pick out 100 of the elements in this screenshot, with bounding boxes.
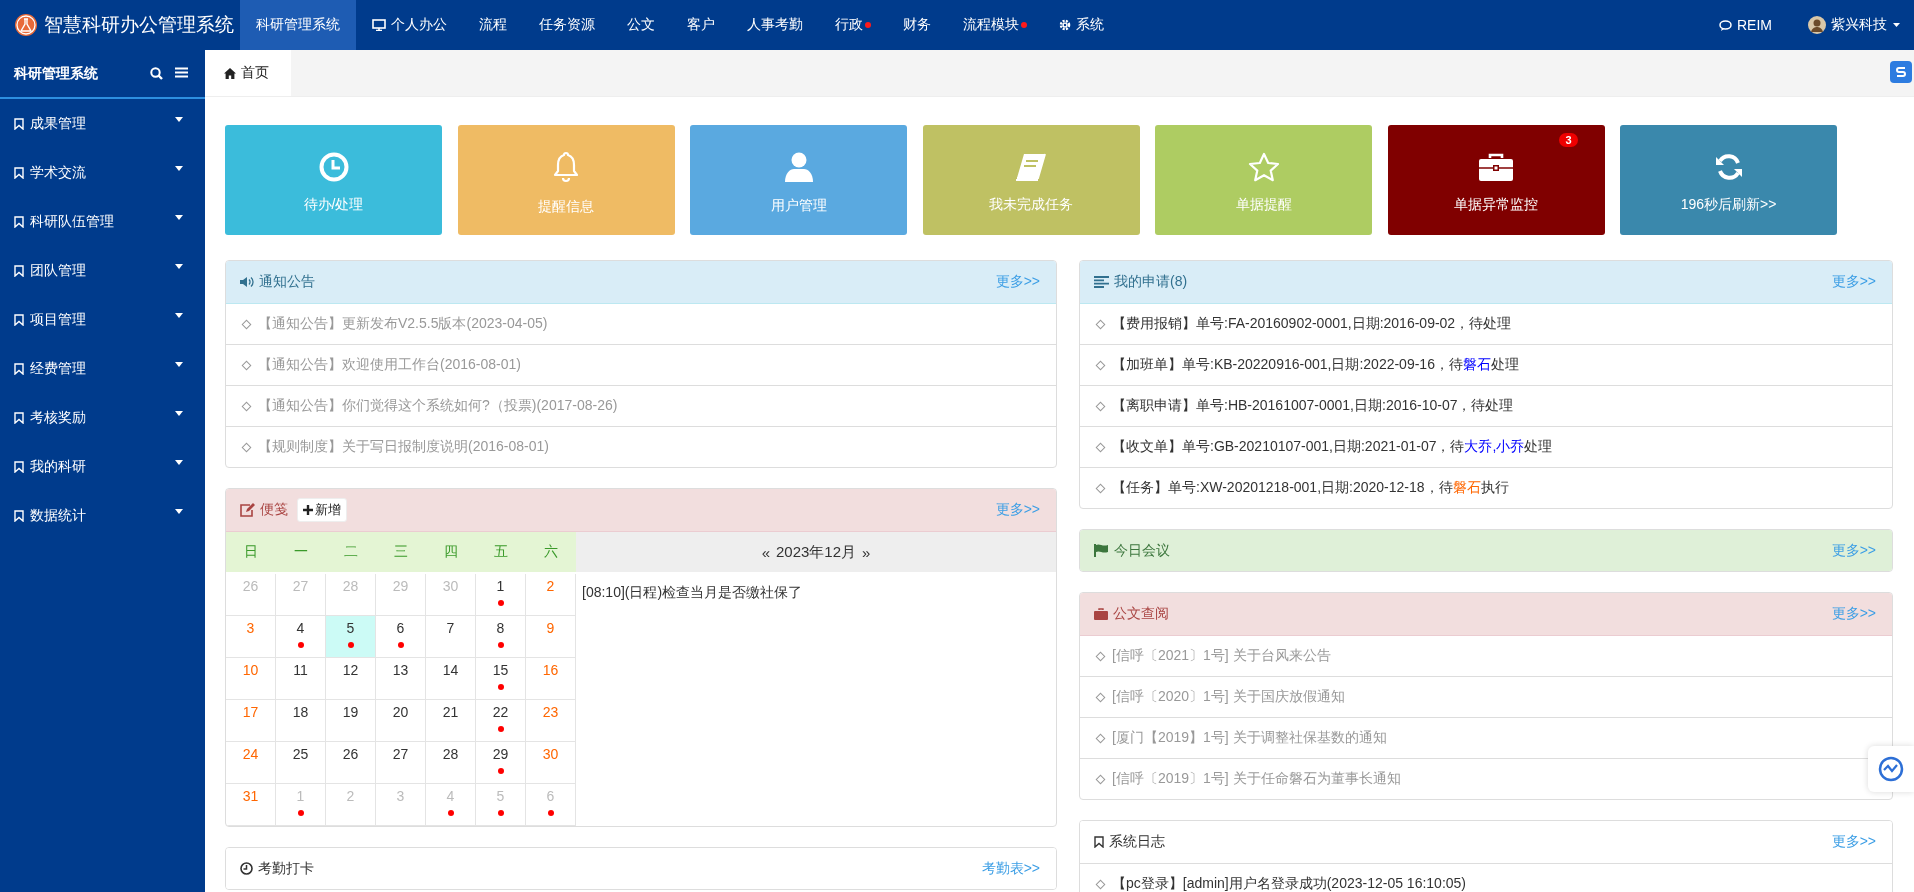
chat-link[interactable]: REIM [1719, 17, 1772, 33]
nav-tab[interactable]: 财务 [887, 0, 947, 50]
calendar-entry: [08:10](日程)检查当月是否缴社保了 [581, 583, 804, 602]
calendar-day[interactable]: 18 [276, 700, 326, 742]
bookmark-icon [14, 117, 24, 130]
flag-icon [1094, 544, 1109, 557]
floating-button[interactable] [1890, 61, 1912, 83]
swirl-icon [1894, 65, 1908, 79]
panel-title: 公文查阅 [1113, 605, 1169, 623]
dashboard-tile[interactable]: 196秒后刷新>> [1620, 125, 1837, 235]
nav-tab[interactable]: 行政 [819, 0, 887, 50]
weekday-label: 六 [526, 532, 576, 572]
calendar-day[interactable]: 8 [476, 616, 526, 658]
nav-tab[interactable]: 科研管理系统 [240, 0, 356, 50]
search-button[interactable] [148, 65, 165, 82]
sidebar-item[interactable]: 成果管理 [0, 99, 205, 148]
pulse-icon [1878, 756, 1904, 782]
nav-tab[interactable]: 任务资源 [523, 0, 611, 50]
clock-icon [240, 862, 253, 875]
list-item[interactable]: 【费用报销】单号:FA-20160902-0001,日期:2016-09-02，待处理 [1080, 304, 1892, 344]
clock-icon [318, 152, 349, 182]
gear-icon [1059, 19, 1071, 31]
user-menu[interactable]: 紫兴科技 [1808, 16, 1900, 34]
panel-title: 通知公告 [259, 273, 315, 291]
nav-tab[interactable]: 公文 [611, 0, 671, 50]
calendar-day[interactable]: 21 [426, 700, 476, 742]
caret-icon [1893, 23, 1900, 27]
bookmark-icon [14, 215, 24, 228]
bookmark-icon [14, 460, 24, 473]
count-badge: 3 [1559, 133, 1578, 147]
caret-icon [175, 117, 183, 122]
nav-tab[interactable]: 个人办公 [356, 0, 463, 50]
calendar-day[interactable]: 22 [476, 700, 526, 742]
sidebar-item[interactable]: 科研队伍管理 [0, 197, 205, 246]
list-item[interactable]: 【pc登录】[admin]用户名登录成功(2023-12-05 16:10:05) [1080, 864, 1892, 892]
previous-month-link[interactable]: « [761, 543, 770, 561]
sidebar-item[interactable]: 经费管理 [0, 344, 205, 393]
list-item[interactable]: 【加班单】单号:KB-20220916-001,日期:2022-09-16，待磐石处理 [1080, 344, 1892, 385]
calendar-day[interactable]: 29 [476, 742, 526, 784]
calendar-day[interactable]: 13 [376, 658, 426, 700]
bookmark-icon [1094, 836, 1104, 848]
calendar-day[interactable]: 11 [276, 658, 326, 700]
caret-icon [175, 362, 183, 367]
panel-title: 便笺 [260, 501, 288, 519]
calendar-day[interactable]: 26 [326, 742, 376, 784]
dashboard-tile[interactable]: 单据异常监控 3 [1387, 125, 1605, 235]
list-item[interactable]: 【收文单】单号:GB-20210107-001,日期:2021-01-07，待大乔,小乔处理 [1080, 426, 1892, 467]
bookmark-icon [14, 264, 24, 277]
panel-title: 系统日志 [1109, 833, 1165, 851]
caret-icon [175, 411, 183, 416]
avatar-icon [1808, 16, 1826, 34]
calendar-day[interactable]: 27 [376, 742, 426, 784]
nav-tab[interactable]: 流程 [463, 0, 523, 50]
calendar-day[interactable]: 28 [426, 742, 476, 784]
calendar-day[interactable]: 25 [276, 742, 326, 784]
calendar-day[interactable]: 6 [376, 616, 426, 658]
weekday-label: 三 [376, 532, 426, 572]
caret-icon [175, 264, 183, 269]
calendar-day[interactable]: 5 [326, 616, 376, 658]
user-icon [783, 151, 814, 183]
month-label: 2023年12月 [775, 542, 857, 562]
bookmark-icon [14, 313, 24, 326]
bookmark-icon [14, 166, 24, 179]
page-tab[interactable]: 首页 [205, 50, 291, 96]
calendar-day[interactable]: 12 [326, 658, 376, 700]
flask-icon [14, 13, 38, 37]
calendar-day[interactable]: 19 [326, 700, 376, 742]
calendar-day[interactable]: 20 [376, 700, 426, 742]
bookmark-icon [14, 362, 24, 375]
calendar-day[interactable]: 15 [476, 658, 526, 700]
briefcase-icon [1478, 152, 1514, 182]
weekday-label: 日 [226, 532, 276, 572]
sidebar-item[interactable]: 考核奖励 [0, 393, 205, 442]
search-icon [150, 67, 163, 80]
sidebar-item[interactable]: 团队管理 [0, 246, 205, 295]
monitor-icon [372, 19, 386, 31]
nav-tab[interactable]: 人事考勤 [731, 0, 819, 50]
caret-icon [175, 509, 183, 514]
nav-tab[interactable]: 流程模块 [947, 0, 1043, 50]
sidebar-item[interactable]: 项目管理 [0, 295, 205, 344]
sidebar-item[interactable]: 数据统计 [0, 491, 205, 540]
panel-title: 我的申请(8) [1114, 273, 1188, 291]
list-item[interactable]: 【离职申请】单号:HB-20161007-0001,日期:2016-10-07，待处理 [1080, 385, 1892, 426]
sidebar-item[interactable]: 学术交流 [0, 148, 205, 197]
refresh-icon [1713, 152, 1744, 182]
bookmark-icon [14, 411, 24, 424]
nav-tab[interactable]: 客户 [671, 0, 731, 50]
panel-title: 今日会议 [1114, 541, 1170, 560]
add-button[interactable]: 新增 [297, 498, 347, 522]
speaker-icon [240, 276, 254, 288]
nav-tab[interactable]: 系统 [1043, 0, 1120, 50]
calendar-day[interactable]: 7 [426, 616, 476, 658]
calendar-day[interactable]: 14 [426, 658, 476, 700]
list-item[interactable]: 【任务】单号:XW-20201218-001,日期:2020-12-18，待磐石执行 [1080, 467, 1892, 508]
edit-icon [240, 503, 255, 517]
next-month-link[interactable]: » [862, 543, 871, 561]
floating-menu[interactable] [1868, 746, 1914, 792]
sidebar-item[interactable]: 我的科研 [0, 442, 205, 491]
bookmark-icon [14, 509, 24, 522]
calendar-day[interactable]: 1 [476, 574, 526, 616]
